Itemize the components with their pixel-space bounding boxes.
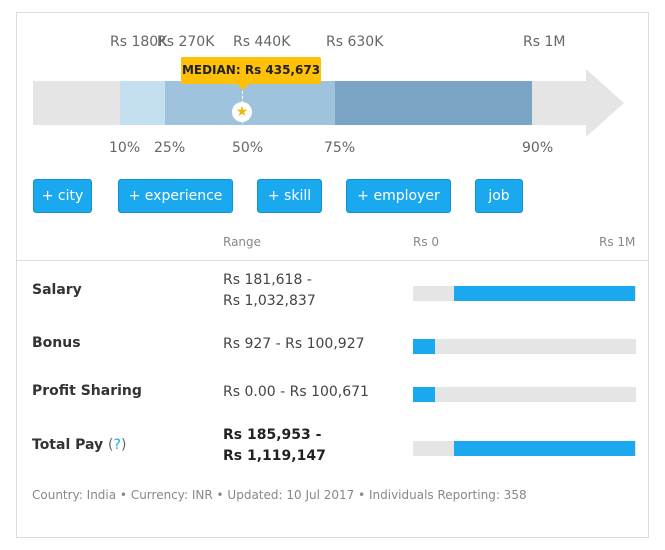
row-label-total-pay: Total Pay (?) [32,437,127,453]
range-bar-total-pay [413,441,636,456]
total-pay-help-link[interactable]: (?) [108,437,126,453]
row-range-total-pay: Rs 185,953 - Rs 1,119,147 [223,427,326,464]
add-experience-button[interactable]: + experience [118,179,233,213]
range-bar-fill-profit-sharing [413,387,435,402]
scale-label-p90: Rs 1M [523,34,566,50]
pay-range-card: Rs 180K Rs 270K Rs 440K Rs 630K Rs 1M ★ … [16,12,649,538]
segment-p25-p75 [165,81,335,125]
range-bar-profit-sharing [413,387,636,402]
scale-label-p50: Rs 440K [233,34,291,50]
add-city-button[interactable]: + city [33,179,92,213]
percentile-label-90: 90% [522,140,554,156]
star-icon: ★ [232,102,252,122]
scale-min-label: Rs 0 [413,235,440,249]
range-bar-fill-salary [454,286,635,301]
range-column-header: Range [223,235,262,249]
add-employer-button[interactable]: + employer [346,179,451,213]
job-button[interactable]: job [475,179,523,213]
row-range-bonus: Rs 927 - Rs 100,927 [223,336,365,352]
row-label-salary: Salary [32,282,82,298]
percentile-arrow-head [586,69,624,137]
row-label-bonus: Bonus [32,335,81,351]
row-range-profit-sharing: Rs 0.00 - Rs 100,671 [223,384,369,400]
percentile-label-25: 25% [154,140,186,156]
range-bar-salary [413,286,636,301]
scale-label-p25: Rs 270K [157,34,215,50]
row-label-profit-sharing: Profit Sharing [32,383,142,399]
percentile-label-10: 10% [109,140,141,156]
row-range-salary: Rs 181,618 - Rs 1,032,837 [223,272,316,309]
percentile-label-75: 75% [324,140,356,156]
scale-max-label: Rs 1M [599,235,636,249]
range-bar-bonus [413,339,636,354]
report-footer: Country: India • Currency: INR • Updated… [32,488,527,502]
add-skill-button[interactable]: + skill [257,179,322,213]
range-bar-fill-bonus [413,339,435,354]
percentile-label-50: 50% [232,140,264,156]
table-divider [17,260,648,261]
range-bar-fill-total-pay [454,441,635,456]
median-tooltip: MEDIAN: Rs 435,673 [181,57,321,90]
segment-p10-p25 [120,81,165,125]
segment-p75-p90 [335,81,532,125]
scale-label-p75: Rs 630K [326,34,384,50]
